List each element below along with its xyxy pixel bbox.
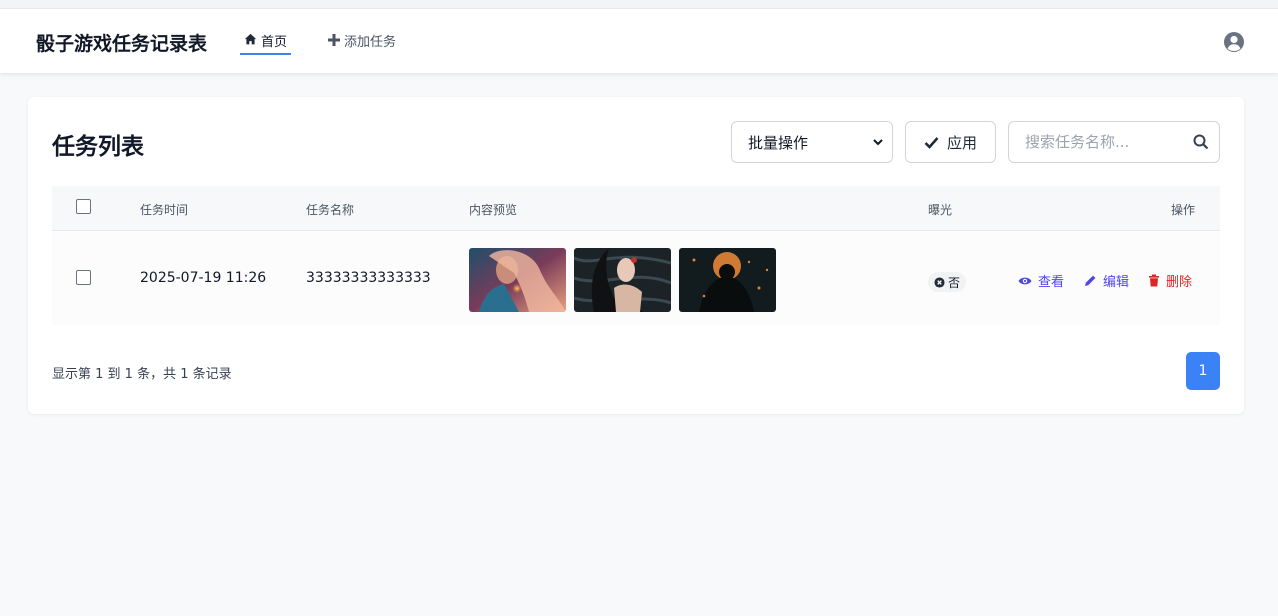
pagination-summary: 显示第 1 到 1 条，共 1 条记录 [52,367,232,382]
row-checkbox[interactable] [76,270,91,285]
task-list-card: 任务列表 批量操作 应用 任务时间 任务名称 内容预览 曝光 操作 2025-0… [28,97,1244,414]
bulk-action-selected: 批量操作 [748,133,809,152]
top-navbar: 骰子游戏任务记录表 首页 添加任务 [0,9,1278,73]
table-header: 任务时间 任务名称 内容预览 曝光 操作 [52,186,1220,231]
preview-thumbnail-1[interactable] [469,248,566,312]
page-button-1[interactable]: 1 [1186,352,1220,390]
user-circle-icon[interactable] [1223,31,1245,53]
select-all-checkbox[interactable] [76,199,91,214]
app-title: 骰子游戏任务记录表 [36,33,208,55]
search-input[interactable] [1009,122,1189,162]
exposure-value: 否 [948,275,961,290]
times-circle-icon [934,276,945,288]
apply-button-label: 应用 [946,133,977,152]
header-exposure: 曝光 [928,203,953,217]
nav-item-add-task[interactable]: 添加任务 [328,31,396,50]
home-icon [244,33,257,45]
row-name: 33333333333333 [306,270,431,286]
header-time: 任务时间 [140,203,189,217]
nav-item-home[interactable]: 首页 [240,31,292,55]
header-actions: 操作 [1171,203,1196,217]
trash-icon [1149,274,1159,287]
edit-label: 编辑 [1103,275,1130,290]
header-name: 任务名称 [306,203,355,217]
search-icon[interactable] [1193,134,1209,150]
pencil-icon [1085,275,1096,286]
delete-label: 删除 [1166,275,1193,290]
exposure-badge: 否 [928,272,967,292]
view-label: 查看 [1038,275,1065,290]
chevron-down-icon [873,139,883,146]
row-time: 2025-07-19 11:26 [140,270,267,286]
table-row: 2025-07-19 11:26 33333333333333 否 查看 编辑 … [52,232,1220,326]
nav-home-label: 首页 [261,35,288,50]
delete-button[interactable]: 删除 [1148,271,1192,290]
header-preview: 内容预览 [469,203,518,217]
bulk-action-select[interactable]: 批量操作 [731,121,893,163]
edit-button[interactable]: 编辑 [1084,271,1129,290]
browser-top-strip [0,0,1278,9]
page-title: 任务列表 [52,134,144,160]
nav-add-label: 添加任务 [344,35,397,50]
preview-thumbnail-2[interactable] [574,248,671,312]
plus-icon [328,34,340,46]
view-button[interactable]: 查看 [1018,271,1064,290]
search-field[interactable] [1008,121,1220,163]
preview-thumbnail-3[interactable] [679,248,776,312]
check-icon [924,136,939,149]
eye-icon [1018,277,1032,284]
apply-button[interactable]: 应用 [905,121,996,163]
